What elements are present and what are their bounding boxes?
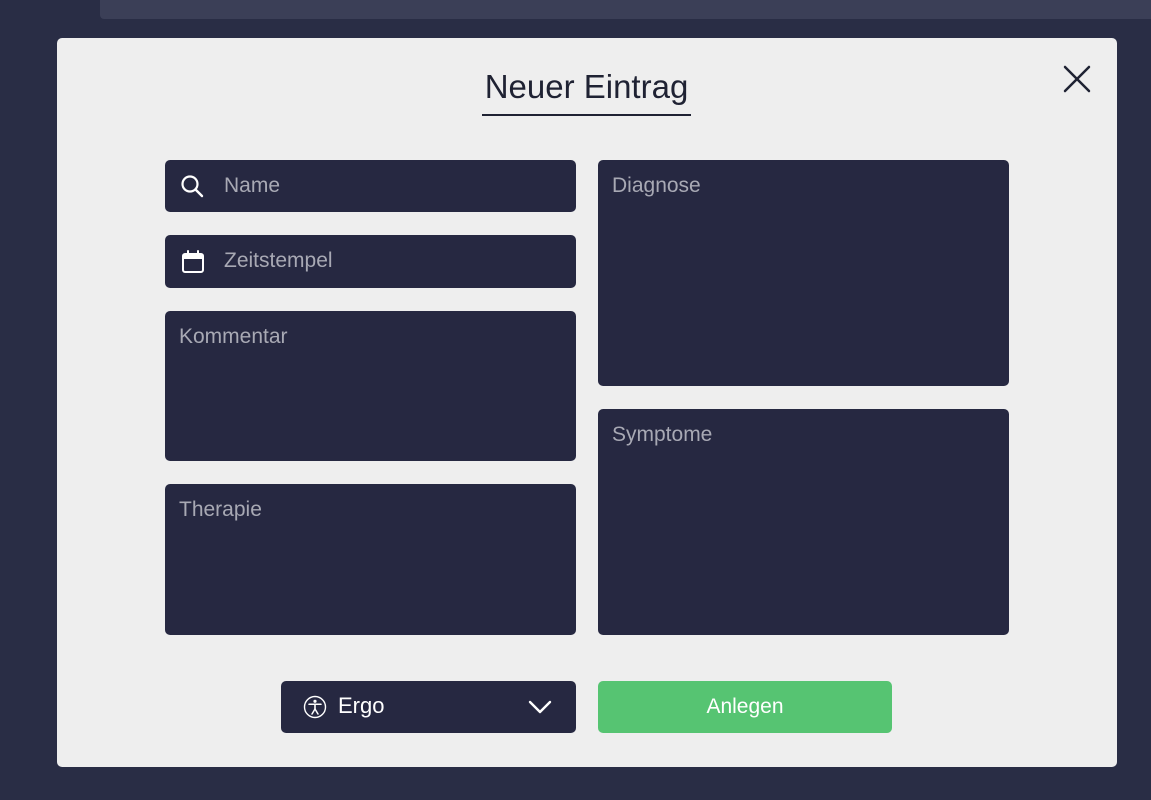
therapy-textarea[interactable]: Therapie [165,484,576,635]
create-button[interactable]: Anlegen [598,681,892,733]
calendar-icon [182,250,204,273]
symptoms-placeholder: Symptome [612,423,713,446]
close-button[interactable] [1061,63,1093,95]
background-panel [100,0,1151,19]
accessibility-icon [303,695,327,719]
comment-placeholder: Kommentar [179,325,288,348]
therapy-placeholder: Therapie [179,498,262,521]
new-entry-dialog: Neuer Eintrag Name Zeitstempel Kommentar… [57,38,1117,767]
diagnosis-placeholder: Diagnose [612,174,701,197]
symptoms-textarea[interactable]: Symptome [598,409,1009,635]
dialog-title: Neuer Eintrag [482,66,691,116]
search-icon [181,175,204,198]
category-select[interactable]: Ergo [281,681,576,733]
name-input[interactable]: Name [165,160,576,212]
diagnosis-textarea[interactable]: Diagnose [598,160,1009,386]
comment-textarea[interactable]: Kommentar [165,311,576,461]
timestamp-placeholder: Zeitstempel [224,249,333,272]
category-value: Ergo [338,693,385,718]
close-icon [1063,65,1091,93]
name-placeholder: Name [224,174,281,197]
timestamp-input[interactable]: Zeitstempel [165,235,576,288]
chevron-down-icon [528,700,552,714]
